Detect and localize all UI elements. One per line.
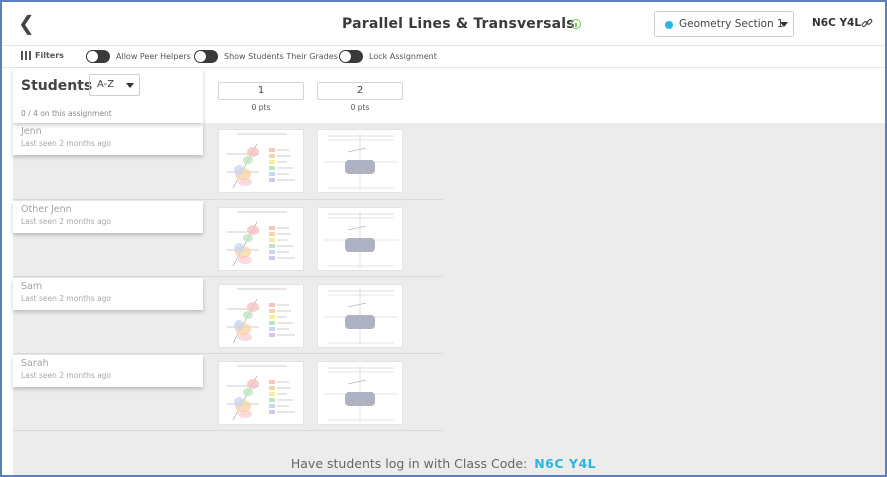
class-code-highlight: N6C Y4L: [534, 456, 597, 471]
toggle-label: Show Students Their Grades: [224, 52, 338, 61]
student-last-seen: Last seen 2 months ago: [21, 294, 112, 303]
allow-peer-helpers-toggle[interactable]: Allow Peer Helpers: [86, 50, 191, 63]
student-work-thumbnail[interactable]: [317, 129, 403, 193]
info-icon[interactable]: [571, 19, 581, 29]
student-work-thumbnail[interactable]: [218, 129, 304, 193]
row-divider: [13, 353, 443, 354]
top-header: ❮ Parallel Lines & Transversals Geometry…: [2, 2, 885, 46]
class-code: N6C Y4L: [812, 17, 862, 29]
student-name: Jenn: [21, 126, 42, 137]
student-work-thumbnail[interactable]: [317, 207, 403, 271]
question-header-1[interactable]: 1: [218, 82, 304, 100]
show-grades-toggle[interactable]: Show Students Their Grades: [194, 50, 338, 63]
filters-button[interactable]: Filters: [21, 51, 64, 60]
student-work-thumbnail[interactable]: [218, 207, 304, 271]
toggle-switch: [86, 50, 110, 63]
student-work-thumbnail[interactable]: [317, 284, 403, 348]
question-header-2[interactable]: 2: [317, 82, 403, 100]
section-color-dot: [665, 21, 673, 29]
row-divider: [13, 430, 443, 431]
sort-select[interactable]: A-Z: [89, 74, 140, 96]
student-name: Other Jenn: [21, 204, 72, 215]
student-last-seen: Last seen 2 months ago: [21, 139, 112, 148]
student-card[interactable]: Jenn Last seen 2 months ago: [13, 123, 203, 155]
student-work-thumbnail[interactable]: [218, 284, 304, 348]
toggle-label: Allow Peer Helpers: [116, 52, 191, 61]
student-last-seen: Last seen 2 months ago: [21, 371, 112, 380]
sliders-icon: [21, 51, 31, 60]
student-name: Sarah: [21, 358, 49, 369]
student-card[interactable]: Other Jenn Last seen 2 months ago: [13, 201, 203, 233]
student-card[interactable]: Sarah Last seen 2 months ago: [13, 355, 203, 387]
chevron-left-icon[interactable]: ❮: [18, 13, 35, 33]
sort-value: A-Z: [97, 79, 115, 90]
chevron-down-icon: [126, 83, 134, 88]
assignment-title: Parallel Lines & Transversals: [342, 16, 575, 32]
filters-label: Filters: [35, 51, 64, 60]
toggle-label: Lock Assignment: [369, 52, 437, 61]
question-points-2: 0 pts: [350, 103, 370, 112]
chevron-down-icon: [780, 22, 788, 27]
student-card[interactable]: Sam Last seen 2 months ago: [13, 278, 203, 310]
question-points-1: 0 pts: [251, 103, 271, 112]
link-icon[interactable]: [861, 17, 873, 29]
lock-assignment-toggle[interactable]: Lock Assignment: [339, 50, 437, 63]
students-title: Students: [21, 78, 93, 94]
class-code-message-text: Have students log in with Class Code:: [290, 456, 528, 471]
toggle-switch: [194, 50, 218, 63]
student-work-thumbnail[interactable]: [317, 361, 403, 425]
row-divider: [13, 199, 443, 200]
app-frame: ❮ Parallel Lines & Transversals Geometry…: [0, 0, 887, 477]
student-name: Sam: [21, 281, 43, 292]
section-select[interactable]: Geometry Section 1: [654, 11, 794, 37]
students-panel: Students A-Z 0 / 4 on this assignment: [13, 68, 203, 123]
filter-bar: Filters Allow Peer Helpers Show Students…: [2, 46, 885, 68]
row-divider: [13, 276, 443, 277]
students-count: 0 / 4 on this assignment: [21, 109, 112, 118]
section-label: Geometry Section 1: [679, 18, 784, 30]
student-last-seen: Last seen 2 months ago: [21, 217, 112, 226]
toggle-switch: [339, 50, 363, 63]
student-work-thumbnail[interactable]: [218, 361, 304, 425]
class-code-message: Have students log in with Class Code: N6…: [2, 456, 885, 471]
